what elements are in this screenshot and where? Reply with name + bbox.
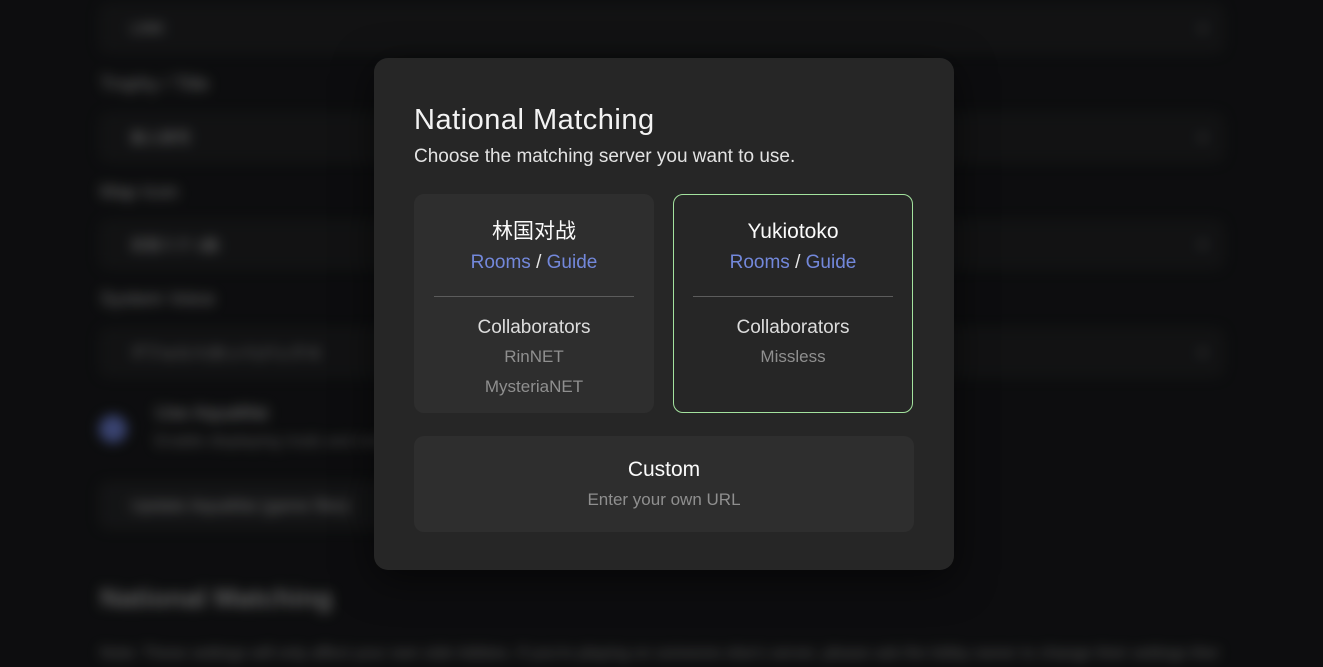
server-name: 林国对战 <box>415 220 653 244</box>
guide-link[interactable]: Guide <box>806 252 857 273</box>
link-separator: / <box>790 252 806 273</box>
collaborator-item: MysteriaNET <box>415 373 653 400</box>
server-card-linguo[interactable]: 林国对战 Rooms / Guide Collaborators RinNET … <box>414 194 654 413</box>
server-links: Rooms / Guide <box>674 251 912 275</box>
server-card-yukiotoko[interactable]: Yukiotoko Rooms / Guide Collaborators Mi… <box>673 194 913 413</box>
custom-card-subtitle: Enter your own URL <box>587 490 740 510</box>
server-card-custom[interactable]: Custom Enter your own URL <box>414 436 914 532</box>
card-divider <box>693 296 893 297</box>
rooms-link[interactable]: Rooms <box>730 252 790 273</box>
collaborator-item: RinNET <box>415 343 653 370</box>
guide-link[interactable]: Guide <box>547 252 598 273</box>
collaborators-label: Collaborators <box>674 316 912 340</box>
rooms-link[interactable]: Rooms <box>471 252 531 273</box>
national-matching-modal: National Matching Choose the matching se… <box>374 58 954 570</box>
server-options-row: 林国对战 Rooms / Guide Collaborators RinNET … <box>414 194 914 413</box>
custom-card-title: Custom <box>628 458 700 482</box>
collaborator-item: Missless <box>674 343 912 370</box>
modal-subtitle: Choose the matching server you want to u… <box>414 146 914 168</box>
modal-title: National Matching <box>414 102 914 138</box>
card-divider <box>434 296 634 297</box>
collaborators-label: Collaborators <box>415 316 653 340</box>
server-name: Yukiotoko <box>674 220 912 244</box>
link-separator: / <box>531 252 547 273</box>
server-links: Rooms / Guide <box>415 251 653 275</box>
